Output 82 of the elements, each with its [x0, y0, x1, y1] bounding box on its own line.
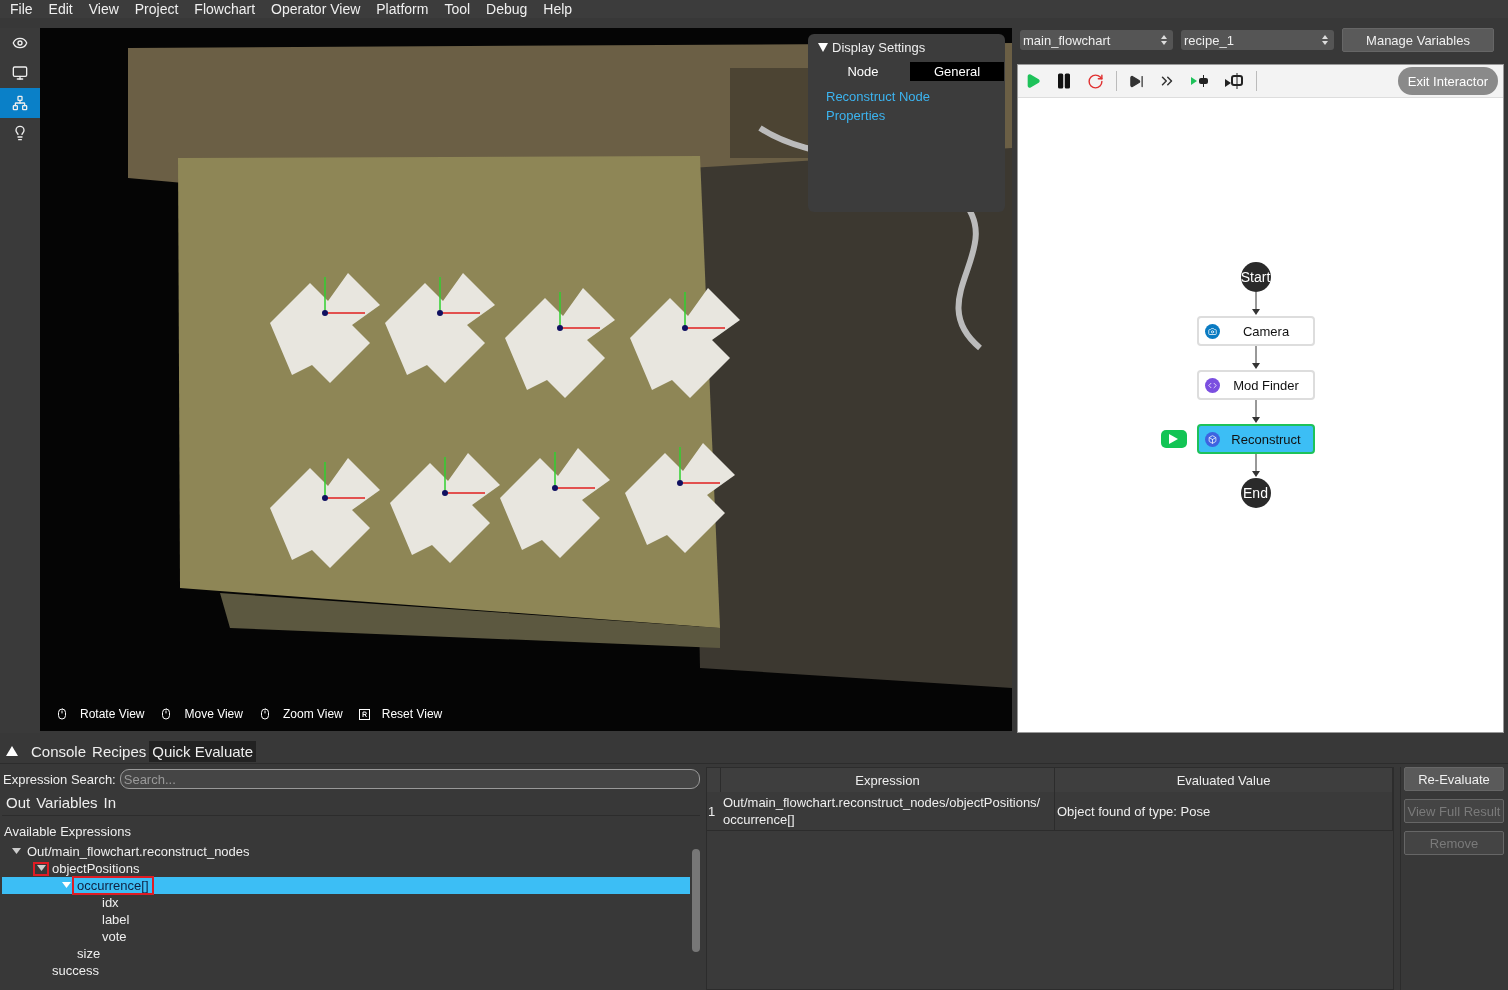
tree-row[interactable]: vote [2, 928, 690, 945]
tree-row[interactable]: success [2, 962, 690, 979]
table-cell: Object found of type: Pose [1055, 792, 1393, 830]
updown-arrows-icon [1161, 35, 1167, 45]
tree-row[interactable]: idx [2, 894, 690, 911]
eye-icon [12, 35, 28, 51]
pause-icon [1055, 72, 1073, 90]
connector-arrow [1251, 292, 1260, 316]
menu-item[interactable]: Help [535, 1, 581, 17]
flow-node[interactable]: Camera [1196, 316, 1315, 346]
search-label: Expression Search: [2, 771, 116, 787]
flow-node[interactable]: Mod Finder [1196, 370, 1315, 400]
menu-item[interactable]: Platform [368, 1, 437, 17]
tree-label: success [51, 963, 100, 978]
mouse-icon [258, 708, 271, 720]
row-number: 1 [707, 802, 717, 821]
menu-item[interactable]: View [80, 1, 127, 17]
restart-icon [1087, 72, 1104, 90]
tree-label: objectPositions [51, 861, 141, 876]
menu-item[interactable]: File [2, 1, 41, 17]
hint-label: Zoom View [282, 707, 343, 721]
menu-item[interactable]: Debug [478, 1, 536, 17]
menu-item[interactable]: Project [126, 1, 187, 17]
panel-title: Display Settings [832, 40, 926, 55]
connector-arrow [1251, 346, 1260, 370]
tree-row[interactable]: size [2, 945, 690, 962]
hint-label: Move View [184, 707, 243, 721]
panel-tab[interactable]: Console [28, 740, 90, 762]
key-icon [358, 708, 370, 720]
hint-label: Reset View [381, 707, 443, 721]
subtab[interactable]: Variables [36, 794, 98, 811]
tree-row[interactable]: objectPositions [2, 860, 690, 877]
step-icon [1129, 73, 1144, 89]
tree-row[interactable]: occurrence[] [2, 877, 690, 894]
menu-item[interactable]: Flowchart [186, 1, 264, 17]
toolbar-button[interactable] [1222, 71, 1246, 91]
subtab[interactable]: Out [6, 794, 31, 811]
tree-title: Available Expressions [3, 823, 132, 841]
column-header: Evaluated Value [1055, 768, 1393, 792]
connector-arrow [1251, 400, 1260, 424]
connector-arrow [1251, 454, 1260, 478]
expand-arrow-icon[interactable] [36, 865, 46, 872]
mouse-icon [56, 708, 68, 720]
panel-tab[interactable]: Recipes [89, 740, 150, 762]
tree-label: size [76, 946, 102, 961]
flowchart-icon [12, 95, 28, 111]
monitor-icon [12, 65, 28, 81]
properties-link[interactable]: Reconstruct Node Properties [808, 81, 966, 125]
tree-label: vote [101, 929, 128, 944]
column-header: Expression [721, 768, 1055, 792]
flowchart-select[interactable]: main_flowchart [1020, 30, 1173, 50]
tree-label: Out/main_flowchart.reconstruct_nodes [26, 844, 251, 859]
subtab[interactable]: In [103, 794, 117, 811]
tree-row[interactable]: label [2, 911, 690, 928]
lightbulb-icon [12, 125, 28, 141]
play-icon [1025, 73, 1041, 89]
menu-item[interactable]: Edit [40, 1, 81, 17]
tree-row[interactable]: Out/main_flowchart.reconstruct_nodes [2, 843, 690, 860]
search-field[interactable]: Search... [119, 769, 700, 789]
menu-item[interactable]: Operator View [263, 1, 369, 17]
flowchart-select[interactable]: recipe_1 [1181, 30, 1334, 50]
tree-label: occurrence[] [74, 878, 152, 893]
table-cell: Out/main_flowchart.reconstruct_nodes/objectPositions/ occurrence[] [721, 792, 1055, 830]
breakpoint-icon [1224, 73, 1244, 89]
collapse-icon[interactable] [6, 746, 18, 756]
updown-arrows-icon [1322, 35, 1328, 45]
tree-label: idx [101, 895, 120, 910]
settings-tab[interactable]: Node [816, 62, 910, 81]
hint-label: Rotate View [80, 707, 145, 721]
tree-label: label [101, 912, 131, 927]
action-button[interactable]: Re-Evaluate [1404, 767, 1504, 791]
manage-variables-button[interactable]: Manage Variables [1342, 28, 1494, 52]
collapse-icon[interactable] [818, 43, 828, 52]
expand-arrow-icon[interactable] [11, 848, 21, 855]
terminal-node[interactable]: End [1240, 478, 1271, 508]
menu-item[interactable]: Tool [436, 1, 479, 17]
panel-tab[interactable]: Quick Evaluate [149, 740, 257, 762]
scrollbar[interactable] [692, 849, 700, 952]
run-to-icon [1190, 74, 1210, 88]
settings-tab[interactable]: General [910, 62, 1004, 81]
mouse-icon [160, 708, 173, 720]
terminal-node[interactable]: Start [1240, 262, 1271, 292]
